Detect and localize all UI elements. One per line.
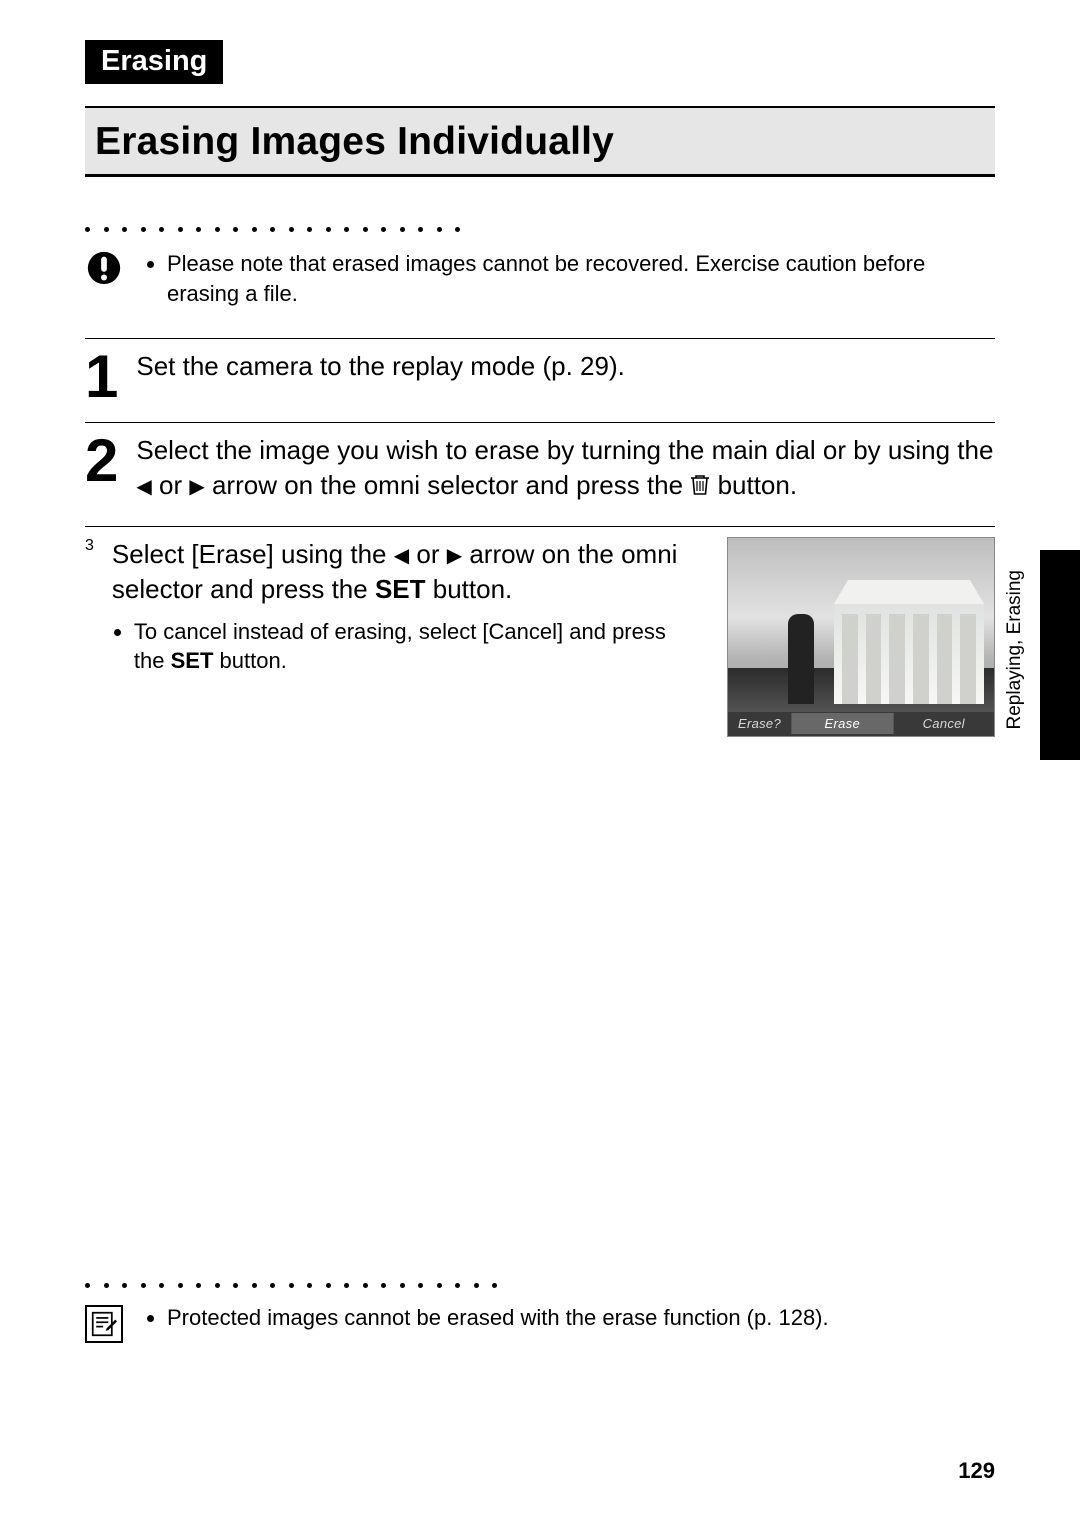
step-3: 3 Select [Erase] using the ◀ or ▶ arrow … bbox=[85, 526, 995, 757]
left-arrow-icon: ◀ bbox=[394, 543, 409, 570]
section-label: Erasing bbox=[85, 40, 223, 84]
warning-icon bbox=[85, 249, 123, 292]
step-1-text: Set the camera to the replay mode (p. 29… bbox=[136, 349, 995, 384]
note-icon bbox=[85, 1305, 123, 1343]
step-number: 2 bbox=[85, 435, 118, 486]
step-number: 1 bbox=[85, 351, 118, 402]
left-arrow-icon: ◀ bbox=[136, 474, 151, 501]
step-2-part-c: arrow on the omni selector and press the bbox=[212, 470, 690, 500]
dot-separator bbox=[85, 1277, 995, 1295]
set-button-label: SET bbox=[171, 648, 214, 673]
side-tab-label: Replaying, Erasing bbox=[1004, 570, 1026, 729]
footer-note-text: Protected images cannot be erased with t… bbox=[167, 1305, 829, 1331]
set-button-label: SET bbox=[375, 574, 426, 604]
page-title-bar: Erasing Images Individually bbox=[85, 106, 995, 177]
warning-text: Please note that erased images cannot be… bbox=[167, 249, 995, 308]
step-2-part-d: button. bbox=[718, 470, 798, 500]
step-1: 1 Set the camera to the replay mode (p. … bbox=[85, 338, 995, 422]
step-2-part-b: or bbox=[159, 470, 189, 500]
step-2-part-a: Select the image you wish to erase by tu… bbox=[136, 435, 993, 465]
right-arrow-icon: ▶ bbox=[447, 543, 462, 570]
thumb-prompt: Erase? bbox=[728, 716, 791, 731]
thumb-cancel-button: Cancel bbox=[893, 713, 995, 734]
step-2-text: Select the image you wish to erase by tu… bbox=[136, 433, 995, 505]
step-3-sub: To cancel instead of erasing, select [Ca… bbox=[134, 617, 697, 676]
camera-lcd-preview: Erase? Erase Cancel bbox=[727, 537, 995, 737]
step-3-head-b: or bbox=[416, 539, 446, 569]
side-thumb-tab bbox=[1040, 550, 1080, 760]
dot-separator bbox=[85, 221, 995, 239]
thumb-erase-button: Erase bbox=[791, 713, 893, 734]
page-number: 129 bbox=[958, 1458, 995, 1484]
note-block: Protected images cannot be erased with t… bbox=[85, 1305, 995, 1343]
warning-block: Please note that erased images cannot be… bbox=[85, 249, 995, 308]
step-2: 2 Select the image you wish to erase by … bbox=[85, 422, 995, 525]
step-3-head-a: Select [Erase] using the bbox=[112, 539, 394, 569]
step-3-head-d: button. bbox=[433, 574, 513, 604]
step-3-sub-b: button. bbox=[220, 648, 287, 673]
page-title: Erasing Images Individually bbox=[95, 120, 985, 164]
right-arrow-icon: ▶ bbox=[189, 474, 204, 501]
step-3-head: Select [Erase] using the ◀ or ▶ arrow on… bbox=[112, 537, 697, 607]
trash-icon bbox=[690, 470, 710, 505]
step-number: 3 bbox=[85, 537, 94, 555]
step-3-sub-a: To cancel instead of erasing, select [Ca… bbox=[134, 619, 666, 674]
